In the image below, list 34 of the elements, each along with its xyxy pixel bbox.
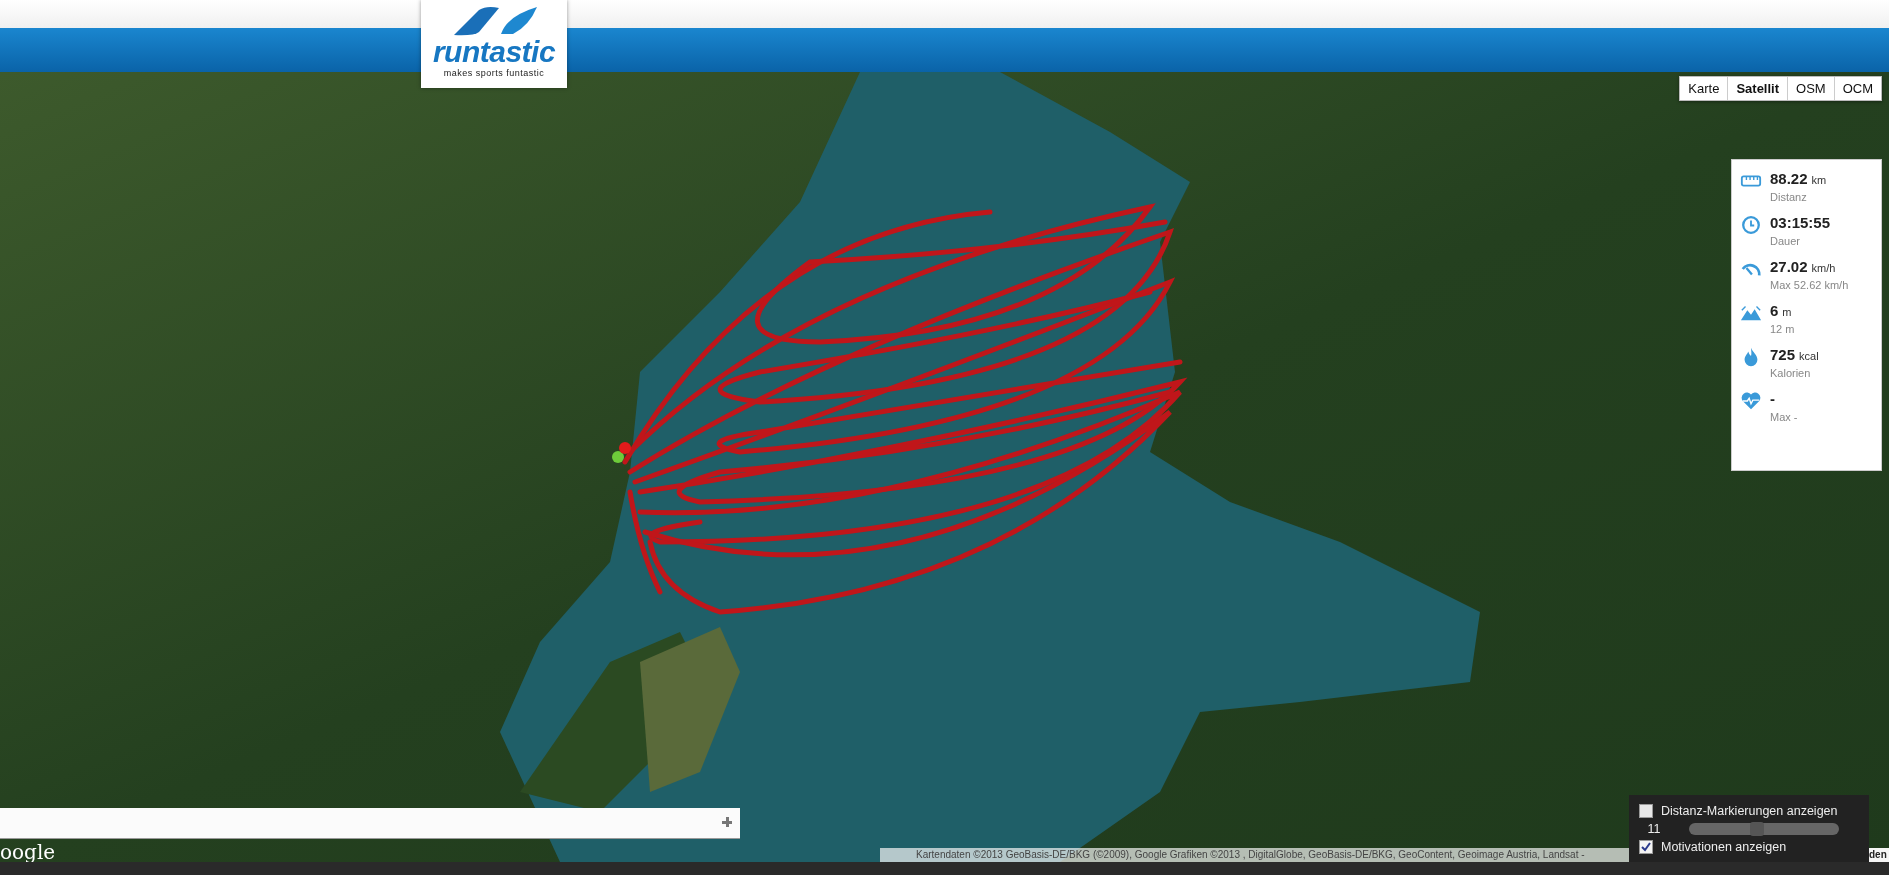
clock-icon <box>1740 214 1762 236</box>
stat-unit: km/h <box>1811 262 1836 274</box>
map-type-button[interactable]: Satellit <box>1727 77 1788 100</box>
stat-value: 725 <box>1770 346 1796 363</box>
stat-value: 6 <box>1770 302 1779 319</box>
slider-value: 11 <box>1646 821 1662 836</box>
option-label: Distanz-Markierungen anzeigen <box>1661 803 1838 818</box>
slider-track[interactable] <box>1689 822 1839 835</box>
option-label: Motivationen anzeigen <box>1661 839 1787 854</box>
stat-caption: Dauer <box>1770 235 1801 247</box>
map-type-button[interactable]: OCM <box>1833 77 1881 100</box>
checkbox[interactable] <box>1639 839 1653 854</box>
map-type-button[interactable]: OSM <box>1787 77 1834 100</box>
stat-unit: m <box>1782 306 1792 318</box>
stat-caption: Max - <box>1770 411 1798 423</box>
logo-tagline: makes sports funtastic <box>443 68 545 78</box>
map-attribution: den <box>1869 848 1889 862</box>
stat-caption: 12 m <box>1770 323 1795 335</box>
stat-caption: Distanz <box>1770 191 1808 203</box>
logo-wordmark: runtastic <box>432 36 556 68</box>
stat-unit: km <box>1811 174 1827 186</box>
logo-card[interactable]: runtastic makes sports funtastic <box>421 0 567 88</box>
search-field[interactable] <box>0 808 740 839</box>
checkbox[interactable] <box>1639 803 1653 818</box>
stat-value: 27.02 <box>1770 258 1808 275</box>
stat-value: 03:15:55 <box>1770 214 1831 231</box>
stat-value: - <box>1770 390 1775 407</box>
map-type-button[interactable]: Karte <box>1680 77 1728 100</box>
slider-thumb[interactable] <box>1749 821 1764 836</box>
stat-caption: Max 52.62 km/h <box>1770 279 1849 291</box>
stat-caption: Kalorien <box>1770 367 1812 379</box>
heart-icon <box>1740 390 1762 412</box>
stat-unit: kcal <box>1799 350 1819 362</box>
stat-value: 88.22 <box>1770 170 1808 187</box>
